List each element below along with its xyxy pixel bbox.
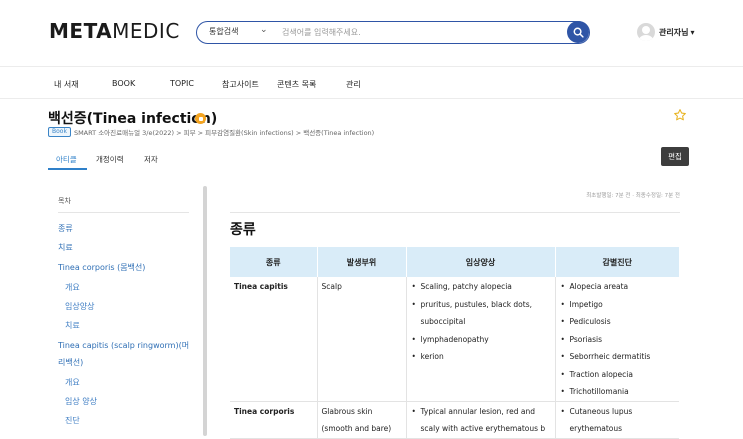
- book-tag: Book: [48, 127, 71, 137]
- favorite-star-icon: [674, 109, 686, 121]
- search-scope-select[interactable]: 통합검색: [209, 26, 238, 37]
- types-table: 종류 발생부위 임상양상 감별진단 Tinea capitis Scalp Sc…: [230, 247, 679, 439]
- list-item: Alopecia areata: [560, 278, 676, 296]
- list-item: pruritus, pustules, black dots, suboccip…: [411, 296, 551, 331]
- section-title: 종류: [230, 222, 256, 238]
- column-header-type: 종류: [230, 247, 318, 277]
- search-bar: 통합검색 ⌄: [196, 21, 590, 44]
- search-button[interactable]: [567, 21, 589, 43]
- cell-site: Scalp: [317, 277, 407, 402]
- table-row: Tinea corporis Glabrous skin (smooth and…: [230, 401, 679, 439]
- toc-item-diagnosis[interactable]: 진단: [65, 415, 80, 426]
- column-header-clinical: 임상양상: [406, 247, 556, 277]
- avatar: [637, 23, 655, 41]
- cell-ddx: Cutaneous lupus erythematous: [555, 401, 679, 439]
- list-item: Impetigo: [560, 296, 676, 314]
- top-header: METAMEDIC 통합검색 ⌄ 관리자님 ▾: [0, 0, 743, 66]
- list-item: Scaling, patchy alopecia: [411, 278, 551, 296]
- column-header-site: 발생부위: [317, 247, 407, 277]
- column-header-ddx: 감별진단: [555, 247, 679, 277]
- chevron-down-icon[interactable]: ⌄: [260, 25, 268, 35]
- star-icon[interactable]: [673, 107, 687, 126]
- cell-type: Tinea corporis: [230, 401, 318, 439]
- toc-item-types[interactable]: 종류: [58, 223, 73, 234]
- cell-ddx: Alopecia areata Impetigo Pediculosis Pso…: [555, 277, 679, 402]
- user-menu[interactable]: 관리자님 ▾: [637, 23, 694, 41]
- toc-item-clinical[interactable]: 임상양상: [65, 301, 94, 312]
- toc-divider: [58, 212, 189, 213]
- nav-item-admin[interactable]: 관리: [346, 79, 361, 90]
- toc-heading: 목차: [58, 197, 71, 205]
- nav-item-library[interactable]: 내 서재: [54, 79, 79, 90]
- toc-item-tinea-capitis[interactable]: Tinea capitis (scalp ringworm)(머리백선): [58, 337, 193, 371]
- article-tabs: 아티클 개정이력 저자: [48, 152, 348, 172]
- list-item: Typical annular lesion, red and scaly wi…: [411, 403, 551, 438]
- nav-item-topic[interactable]: TOPIC: [170, 79, 194, 88]
- tab-article[interactable]: 아티클: [56, 154, 77, 165]
- list-item: Trichotillomania: [560, 383, 676, 401]
- edit-button[interactable]: 편집: [661, 147, 689, 166]
- logo-bold-text: META: [49, 19, 113, 43]
- main-nav: 내 서재 BOOK TOPIC 참고사이트 콘텐츠 목록 관리: [0, 67, 743, 99]
- toc-item-treatment-sub[interactable]: 치료: [65, 320, 80, 331]
- toc-item-clinical-2[interactable]: 임상 양상: [65, 396, 97, 407]
- content-divider: [230, 212, 680, 213]
- caret-down-icon: ▾: [690, 27, 695, 37]
- active-tab-indicator: [48, 168, 87, 170]
- page-title: 백선증(Tinea infection): [48, 111, 218, 127]
- breadcrumb: Book SMART 소아진료매뉴얼 3/e(2022) > 피부 > 피부감염…: [48, 127, 374, 137]
- logo-light-text: MEDIC: [112, 19, 180, 43]
- logo[interactable]: METAMEDIC: [49, 19, 180, 43]
- breadcrumb-path[interactable]: SMART 소아진료매뉴얼 3/e(2022) > 피부 > 피부감염질환(Sk…: [74, 127, 374, 137]
- list-item: Pediculosis: [560, 313, 676, 331]
- list-item: Cutaneous lupus erythematous: [560, 403, 676, 438]
- cell-type: Tinea capitis: [230, 277, 318, 402]
- nav-item-content-list[interactable]: 콘텐츠 목록: [277, 79, 316, 90]
- nav-divider: [0, 98, 743, 99]
- publish-dates: 최초발행일: 7분 전 · 최종수정일: 7분 전: [586, 193, 680, 199]
- nav-item-book[interactable]: BOOK: [112, 79, 135, 88]
- list-item: kerion: [411, 348, 551, 366]
- toc-item-overview[interactable]: 개요: [65, 282, 80, 293]
- tab-revision-history[interactable]: 개정이력: [96, 154, 124, 165]
- toc-item-treatment[interactable]: 치료: [58, 242, 73, 253]
- list-item: lymphadenopathy: [411, 331, 551, 349]
- search-icon: [573, 27, 584, 38]
- list-item: Psoriasis: [560, 331, 676, 349]
- search-input[interactable]: [280, 25, 560, 40]
- user-name: 관리자님: [659, 27, 689, 37]
- cell-clinical: Scaling, patchy alopecia pruritus, pustu…: [406, 277, 556, 402]
- cell-site: Glabrous skin (smooth and bare): [317, 401, 407, 439]
- list-item: Traction alopecia: [560, 366, 676, 384]
- toc-item-overview-2[interactable]: 개요: [65, 377, 80, 388]
- list-item: Seborrheic dermatitis: [560, 348, 676, 366]
- status-badge-icon: [195, 113, 206, 124]
- nav-item-reference-sites[interactable]: 참고사이트: [222, 79, 259, 90]
- tab-authors[interactable]: 저자: [144, 154, 158, 165]
- toc-item-tinea-corporis[interactable]: Tinea corporis (몸백선): [58, 262, 145, 273]
- table-header-row: 종류 발생부위 임상양상 감별진단: [230, 247, 679, 277]
- cell-clinical: Typical annular lesion, red and scaly wi…: [406, 401, 556, 439]
- table-row: Tinea capitis Scalp Scaling, patchy alop…: [230, 277, 679, 402]
- panel-resize-handle[interactable]: [203, 186, 207, 436]
